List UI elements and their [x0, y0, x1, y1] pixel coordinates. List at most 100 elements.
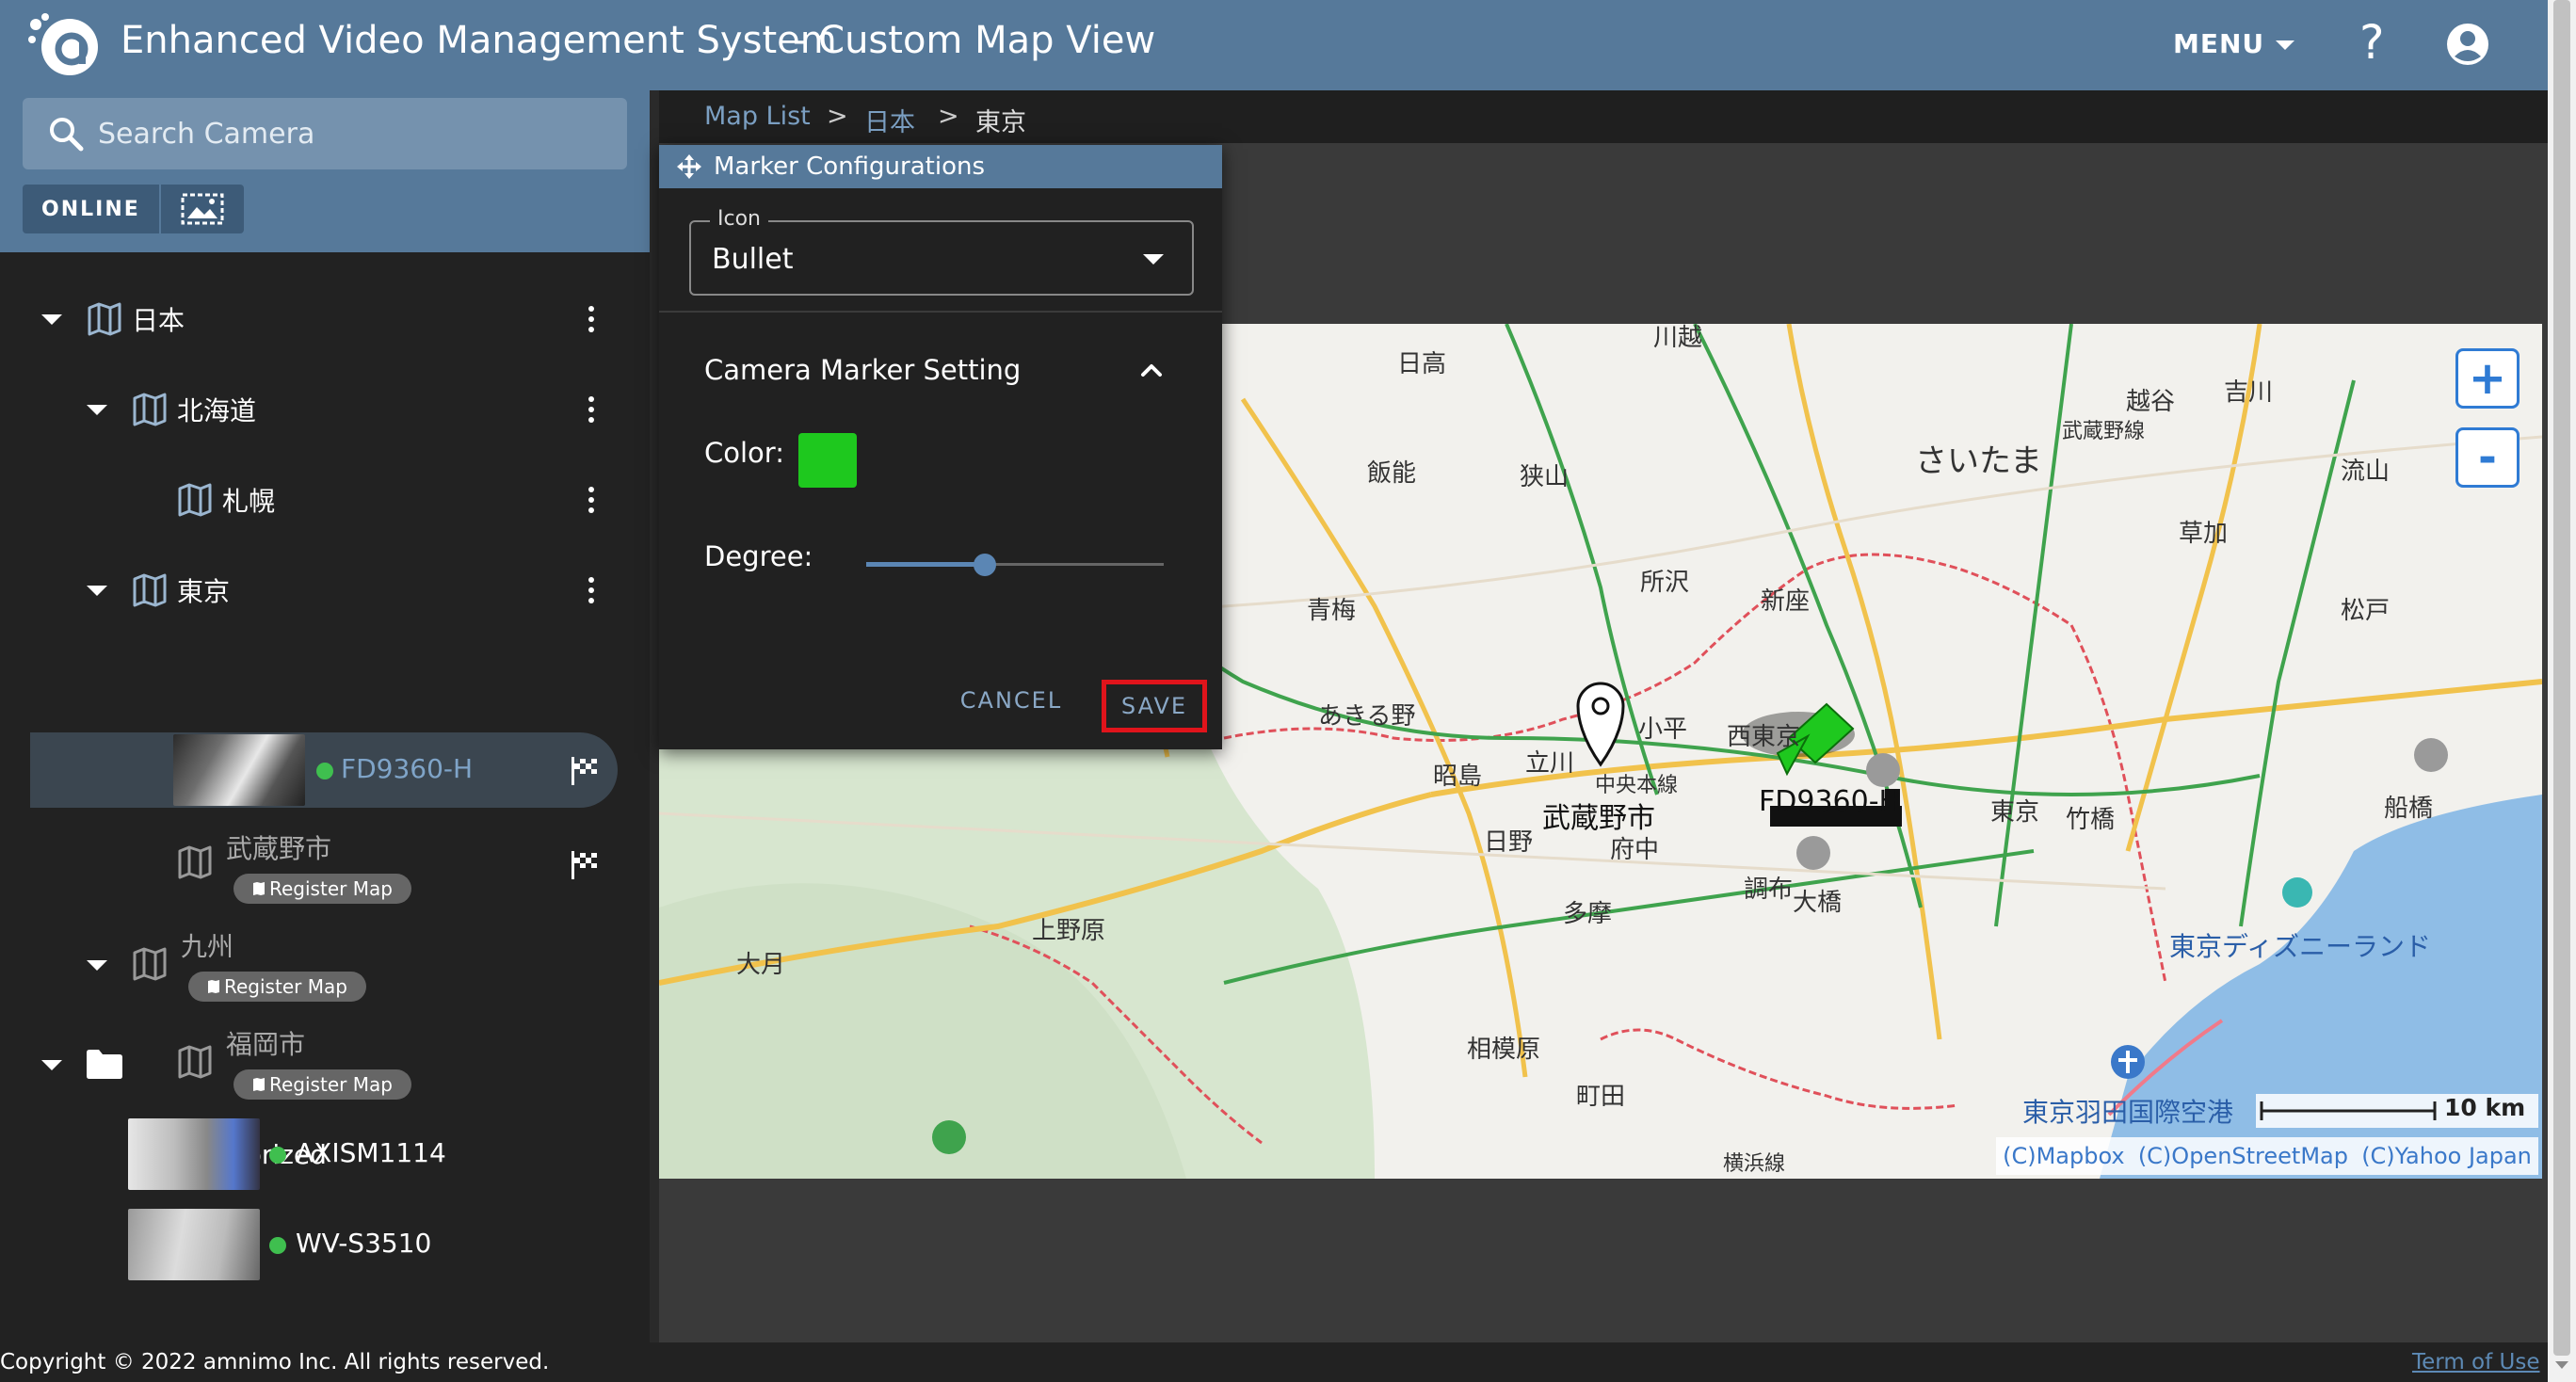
expand-caret-icon[interactable] — [87, 585, 107, 596]
map-label-sayama: 狭山 — [1520, 463, 1570, 491]
online-status-dot — [316, 763, 333, 779]
map-label-nishitokyo: 西東京 — [1727, 723, 1801, 751]
account-circle-icon[interactable] — [2446, 23, 2489, 66]
amnimo-logo-icon[interactable] — [26, 11, 105, 79]
degree-slider-thumb[interactable] — [974, 554, 997, 576]
map-icon — [88, 302, 121, 336]
online-status-dot — [269, 1147, 286, 1164]
camera-name[interactable]: WV-S3510 — [296, 1228, 431, 1259]
map-label-tokyo-station: 東京 — [1990, 798, 2040, 827]
tree-node-fukuoka[interactable]: 福岡市 — [226, 1024, 305, 1062]
breadcrumb-map-list[interactable]: Map List — [704, 102, 811, 131]
map-icon — [253, 882, 265, 895]
expand-caret-icon[interactable] — [41, 313, 62, 325]
map-label-nagareyama: 流山 — [2341, 458, 2391, 486]
copyright-text: Copyright © 2022 amnimo Inc. All rights … — [0, 1350, 550, 1374]
more-options-icon[interactable] — [582, 481, 601, 519]
camera-name[interactable]: FD9360-H — [341, 753, 473, 784]
map-label-chofu: 調布 — [1744, 876, 1794, 904]
scrollbar-thumb[interactable] — [2553, 0, 2570, 1356]
more-options-icon[interactable] — [582, 300, 601, 338]
breadcrumb: Map List > 日本 > 東京 — [659, 90, 2548, 143]
help-icon[interactable]: ? — [2359, 15, 2385, 70]
map-label-ohashi: 大橋 — [1793, 889, 1843, 917]
menu-label: MENU — [2173, 28, 2265, 59]
chevron-up-icon[interactable] — [1137, 356, 1166, 384]
register-map-button[interactable]: Register Map — [188, 972, 366, 1002]
attribution-mapbox[interactable]: (C)Mapbox — [2003, 1143, 2125, 1169]
image-grid-icon — [181, 193, 224, 225]
degree-label: Degree: — [704, 540, 813, 572]
online-status-dot — [269, 1237, 286, 1254]
app-header: Enhanced Video Management System - Custo… — [0, 0, 2548, 90]
save-button[interactable]: SAVE — [1102, 680, 1207, 732]
register-map-label: Register Map — [269, 1073, 393, 1096]
camera-sidebar: ONLINE 日本 北海道 札幌 東京 — [0, 90, 650, 1342]
map-filter-button[interactable] — [158, 185, 244, 233]
camera-thumbnail[interactable] — [128, 1118, 260, 1190]
search-box[interactable] — [23, 98, 627, 169]
camera-marker-setting-title[interactable]: Camera Marker Setting — [704, 354, 1021, 386]
map-icon — [133, 573, 167, 607]
attribution-yahoo[interactable]: (C)Yahoo Japan — [2361, 1143, 2532, 1169]
cancel-button[interactable]: CANCEL — [947, 680, 1075, 721]
musashino-pin-label: 武蔵野市 — [1542, 802, 1655, 835]
expand-caret-icon[interactable] — [87, 404, 107, 415]
camera-thumbnail[interactable] — [173, 734, 305, 806]
online-filter-button[interactable]: ONLINE — [23, 185, 159, 233]
color-label: Color: — [704, 437, 784, 469]
zoom-out-button[interactable]: - — [2455, 427, 2520, 488]
checkered-flag-icon[interactable] — [569, 755, 601, 787]
terms-of-use-link[interactable]: Term of Use — [2412, 1350, 2540, 1374]
tree-node-tokyo[interactable]: 東京 — [87, 557, 230, 623]
tree-node-musashino[interactable]: 武蔵野市 — [226, 828, 331, 866]
color-picker-swatch[interactable] — [798, 433, 857, 488]
search-input[interactable] — [98, 98, 606, 169]
more-options-icon[interactable] — [582, 391, 601, 428]
map-icon — [208, 980, 219, 993]
tree-node-hokkaido[interactable]: 北海道 — [87, 377, 256, 442]
map-label-saitama: さいたま — [1915, 442, 2042, 480]
marker-config-panel: Marker Configurations Icon Bullet Camera… — [659, 145, 1222, 749]
camera-thumbnail[interactable] — [128, 1209, 260, 1280]
icon-select[interactable]: Icon Bullet — [689, 207, 1194, 296]
map-label-haneda: 東京羽田国際空港 — [2022, 1097, 2234, 1128]
search-icon — [50, 118, 84, 152]
minus-icon: - — [2478, 431, 2497, 484]
tree-node-kyushu[interactable]: 九州 — [181, 926, 233, 964]
map-label-disneyland: 東京ディズニーランド — [2169, 931, 2432, 962]
expand-caret-icon[interactable] — [87, 960, 107, 971]
map-icon — [178, 845, 212, 879]
scale-label: 10 km — [2444, 1094, 2526, 1121]
register-map-button[interactable]: Register Map — [233, 1069, 411, 1100]
map-label-hino: 日野 — [1484, 828, 1534, 857]
scroll-down-arrow-icon[interactable] — [2555, 1361, 2568, 1369]
map-icon — [178, 483, 212, 517]
tree-node-sapporo[interactable]: 札幌 — [177, 467, 275, 533]
map-label-kodaira: 小平 — [1638, 715, 1688, 744]
checkered-flag-icon[interactable] — [569, 849, 601, 881]
camera-name[interactable]: AXISM1114 — [296, 1137, 446, 1168]
map-label-yokohama-line: 横浜線 — [1723, 1152, 1786, 1176]
attribution-osm[interactable]: (C)OpenStreetMap — [2138, 1143, 2348, 1169]
app-title: Enhanced Video Management System — [121, 19, 837, 62]
map-label-tachikawa: 立川 — [1525, 749, 1575, 778]
divider — [659, 311, 1222, 313]
zoom-in-button[interactable]: + — [2455, 348, 2520, 409]
map-label-funabashi: 船橋 — [2384, 795, 2434, 823]
menu-button[interactable]: MENU — [2173, 28, 2295, 59]
tree-label: 北海道 — [177, 395, 257, 426]
icon-select-value: Bullet — [712, 243, 794, 276]
move-icon[interactable] — [676, 153, 702, 180]
map-label-niiza: 新座 — [1761, 587, 1811, 616]
tree-node-japan[interactable]: 日本 — [41, 286, 185, 352]
map-label-hanno: 飯能 — [1367, 459, 1417, 488]
marker-config-header[interactable]: Marker Configurations — [659, 145, 1222, 188]
register-map-button[interactable]: Register Map — [233, 874, 411, 904]
page-scrollbar[interactable] — [2548, 0, 2576, 1382]
tree-label: 札幌 — [222, 486, 276, 517]
panel-divider[interactable] — [650, 90, 659, 1342]
breadcrumb-japan[interactable]: 日本 — [864, 102, 915, 138]
expand-caret-icon[interactable] — [41, 1060, 62, 1070]
more-options-icon[interactable] — [582, 571, 601, 609]
